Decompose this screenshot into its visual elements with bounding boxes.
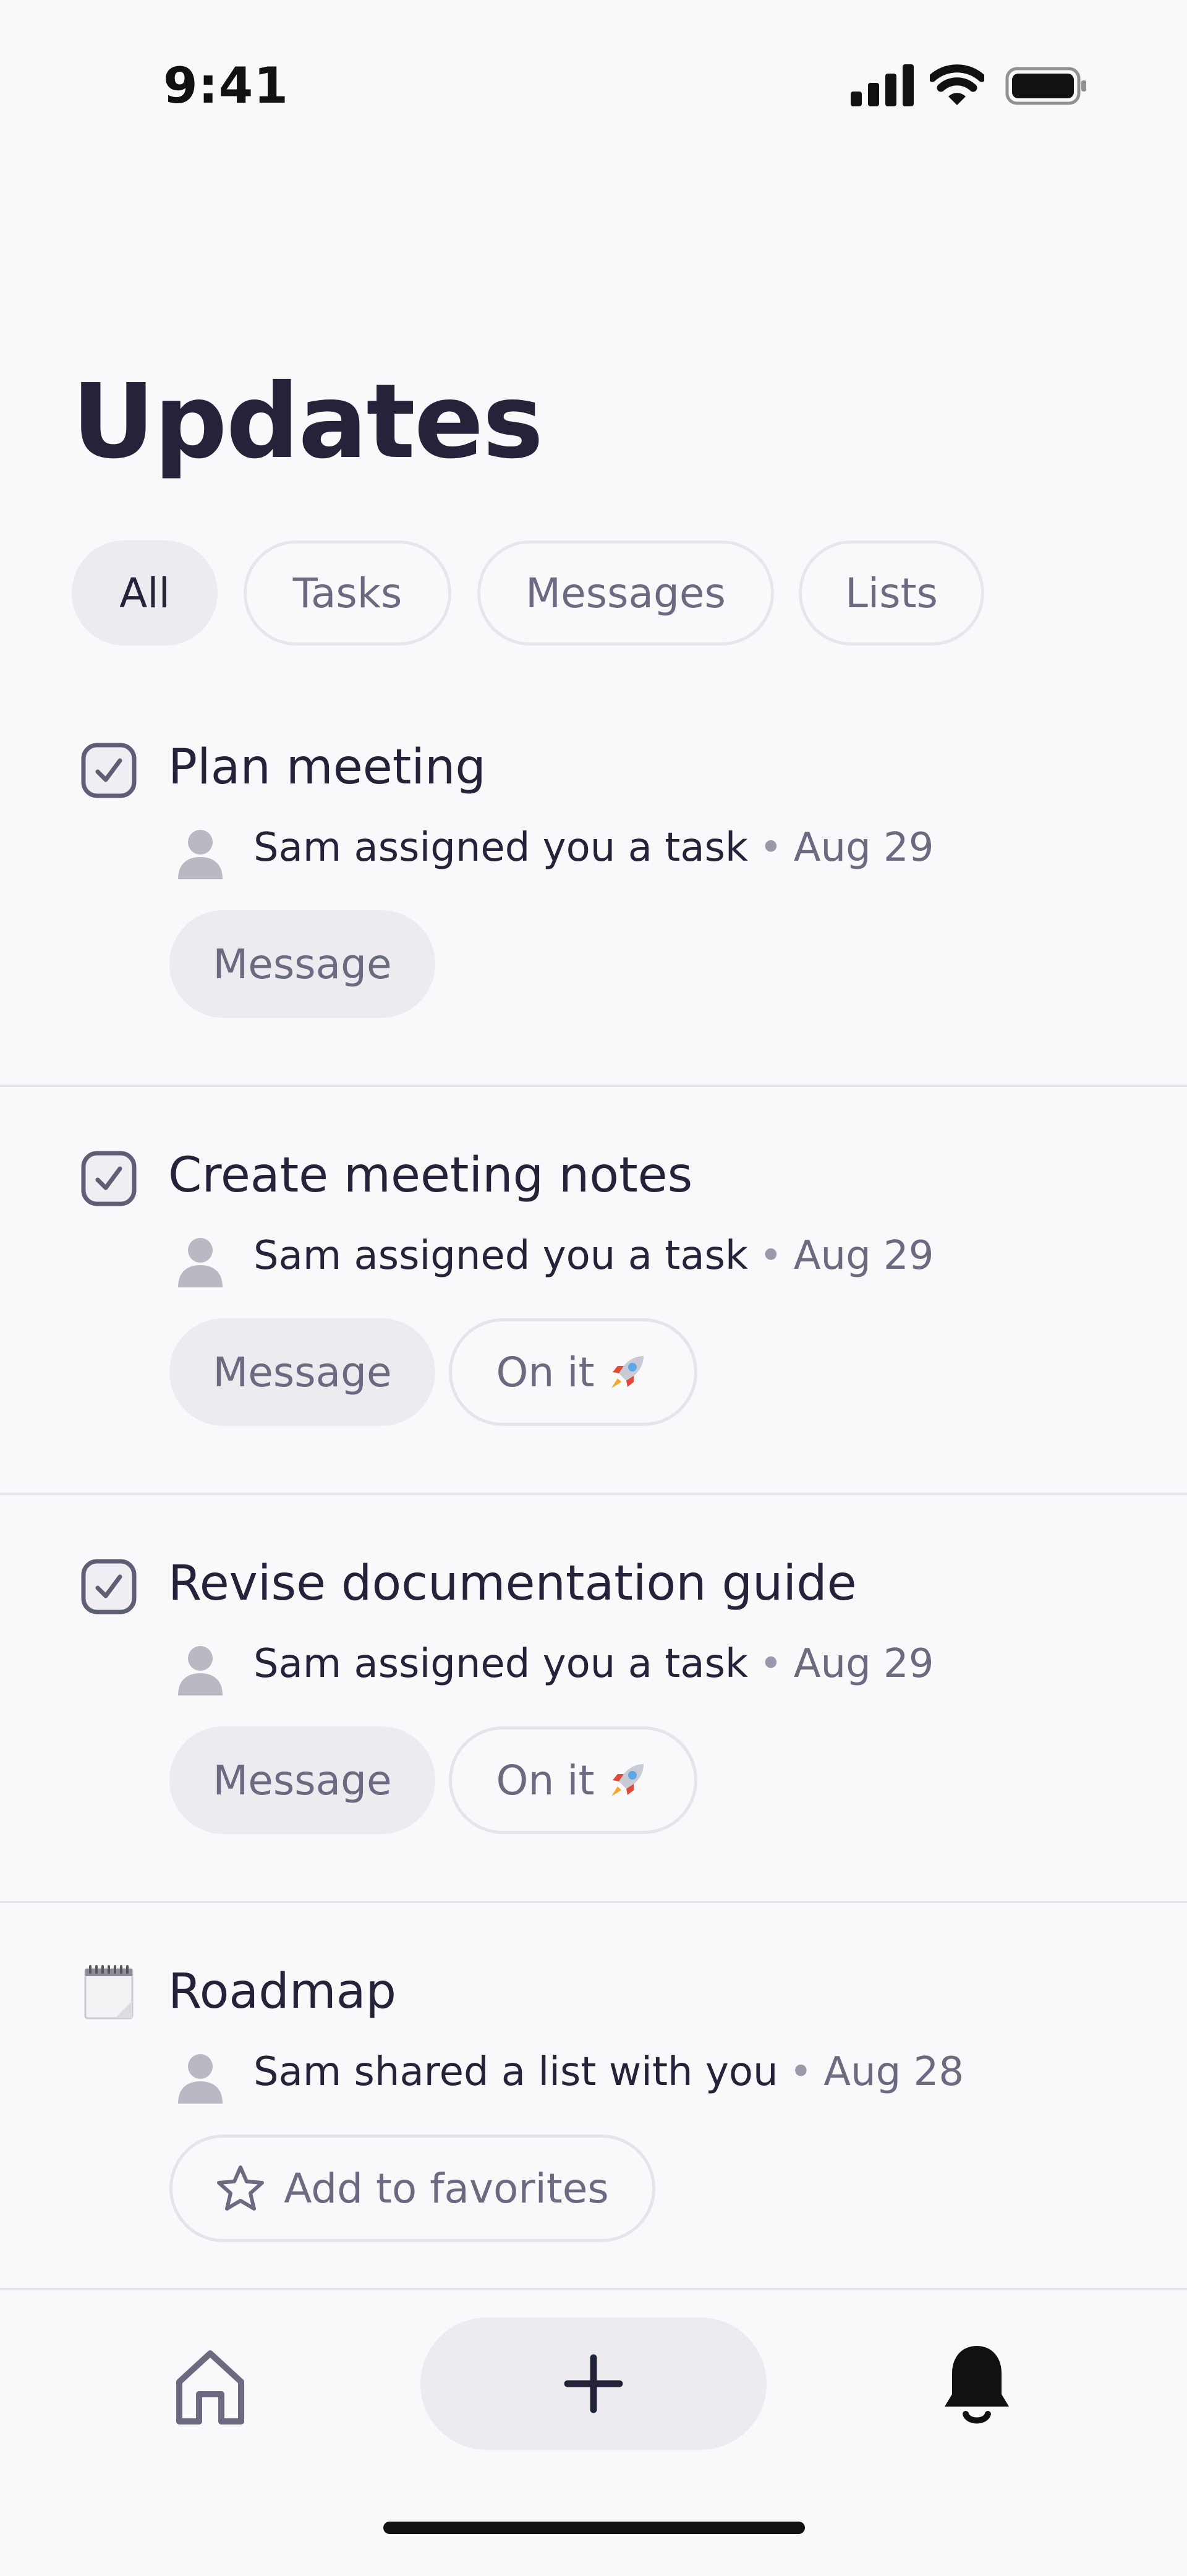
plus-icon xyxy=(564,2354,623,2413)
avatar-icon xyxy=(178,830,223,879)
star-icon xyxy=(217,2165,265,2211)
item-title: Create meeting notes xyxy=(168,1148,693,1203)
meta-text: Sam assigned you a task xyxy=(253,1233,748,1279)
on-it-button[interactable]: On it xyxy=(449,1726,697,1834)
add-to-favorites-button[interactable]: Add to favorites xyxy=(169,2135,655,2242)
on-it-label: On it xyxy=(496,1756,595,1804)
meta-text: Sam assigned you a task xyxy=(253,1641,748,1687)
divider xyxy=(0,1493,1187,1495)
divider xyxy=(0,1085,1187,1087)
avatar-icon xyxy=(178,2054,223,2104)
rocket-icon xyxy=(611,1356,644,1388)
avatar-icon xyxy=(178,1238,223,1287)
filter-chip-all[interactable]: All xyxy=(72,540,218,646)
item-title: Plan meeting xyxy=(168,740,486,795)
meta-text: Sam shared a list with you xyxy=(253,2049,778,2095)
avatar-icon xyxy=(178,1646,223,1695)
meta-dot: • xyxy=(759,825,783,871)
item-title: Roadmap xyxy=(168,1964,397,2019)
checkbox-icon[interactable] xyxy=(80,1558,137,1615)
meta-date: Aug 29 xyxy=(793,1233,934,1279)
message-button[interactable]: Message xyxy=(169,910,435,1018)
divider xyxy=(0,1901,1187,1903)
meta-dot: • xyxy=(789,2049,813,2095)
message-button[interactable]: Message xyxy=(169,1318,435,1426)
item-meta: Sam shared a list with you • Aug 28 xyxy=(253,2049,964,2095)
filter-chip-lists[interactable]: Lists xyxy=(799,540,984,646)
rocket-icon xyxy=(611,1764,644,1796)
meta-date: Aug 28 xyxy=(823,2049,964,2095)
cellular-signal-icon xyxy=(851,64,914,106)
checkbox-icon[interactable] xyxy=(80,1150,137,1207)
battery-icon xyxy=(1005,67,1086,105)
on-it-label: On it xyxy=(496,1348,595,1396)
meta-dot: • xyxy=(759,1641,783,1687)
home-indicator xyxy=(383,2522,805,2534)
item-meta: Sam assigned you a task • Aug 29 xyxy=(253,1641,934,1687)
add-button[interactable] xyxy=(420,2318,767,2450)
item-meta: Sam assigned you a task • Aug 29 xyxy=(253,1233,934,1279)
status-time: 9:41 xyxy=(163,57,289,114)
meta-text: Sam assigned you a task xyxy=(253,825,748,871)
home-icon[interactable] xyxy=(173,2346,247,2426)
checkbox-icon[interactable] xyxy=(80,742,137,799)
meta-date: Aug 29 xyxy=(793,1641,934,1687)
meta-dot: • xyxy=(759,1233,783,1279)
filter-chip-tasks[interactable]: Tasks xyxy=(244,540,451,646)
item-meta: Sam assigned you a task • Aug 29 xyxy=(253,825,934,871)
page-title: Updates xyxy=(72,362,543,482)
meta-date: Aug 29 xyxy=(793,825,934,871)
message-button[interactable]: Message xyxy=(169,1726,435,1834)
item-title: Revise documentation guide xyxy=(168,1556,857,1611)
bell-icon[interactable] xyxy=(942,2342,1011,2429)
status-bar: 9:41 xyxy=(0,0,1187,173)
on-it-button[interactable]: On it xyxy=(449,1318,697,1426)
filter-chip-messages[interactable]: Messages xyxy=(477,540,774,646)
add-to-favorites-label: Add to favorites xyxy=(284,2164,609,2212)
wifi-icon xyxy=(930,64,984,105)
notepad-icon xyxy=(84,1965,134,2019)
